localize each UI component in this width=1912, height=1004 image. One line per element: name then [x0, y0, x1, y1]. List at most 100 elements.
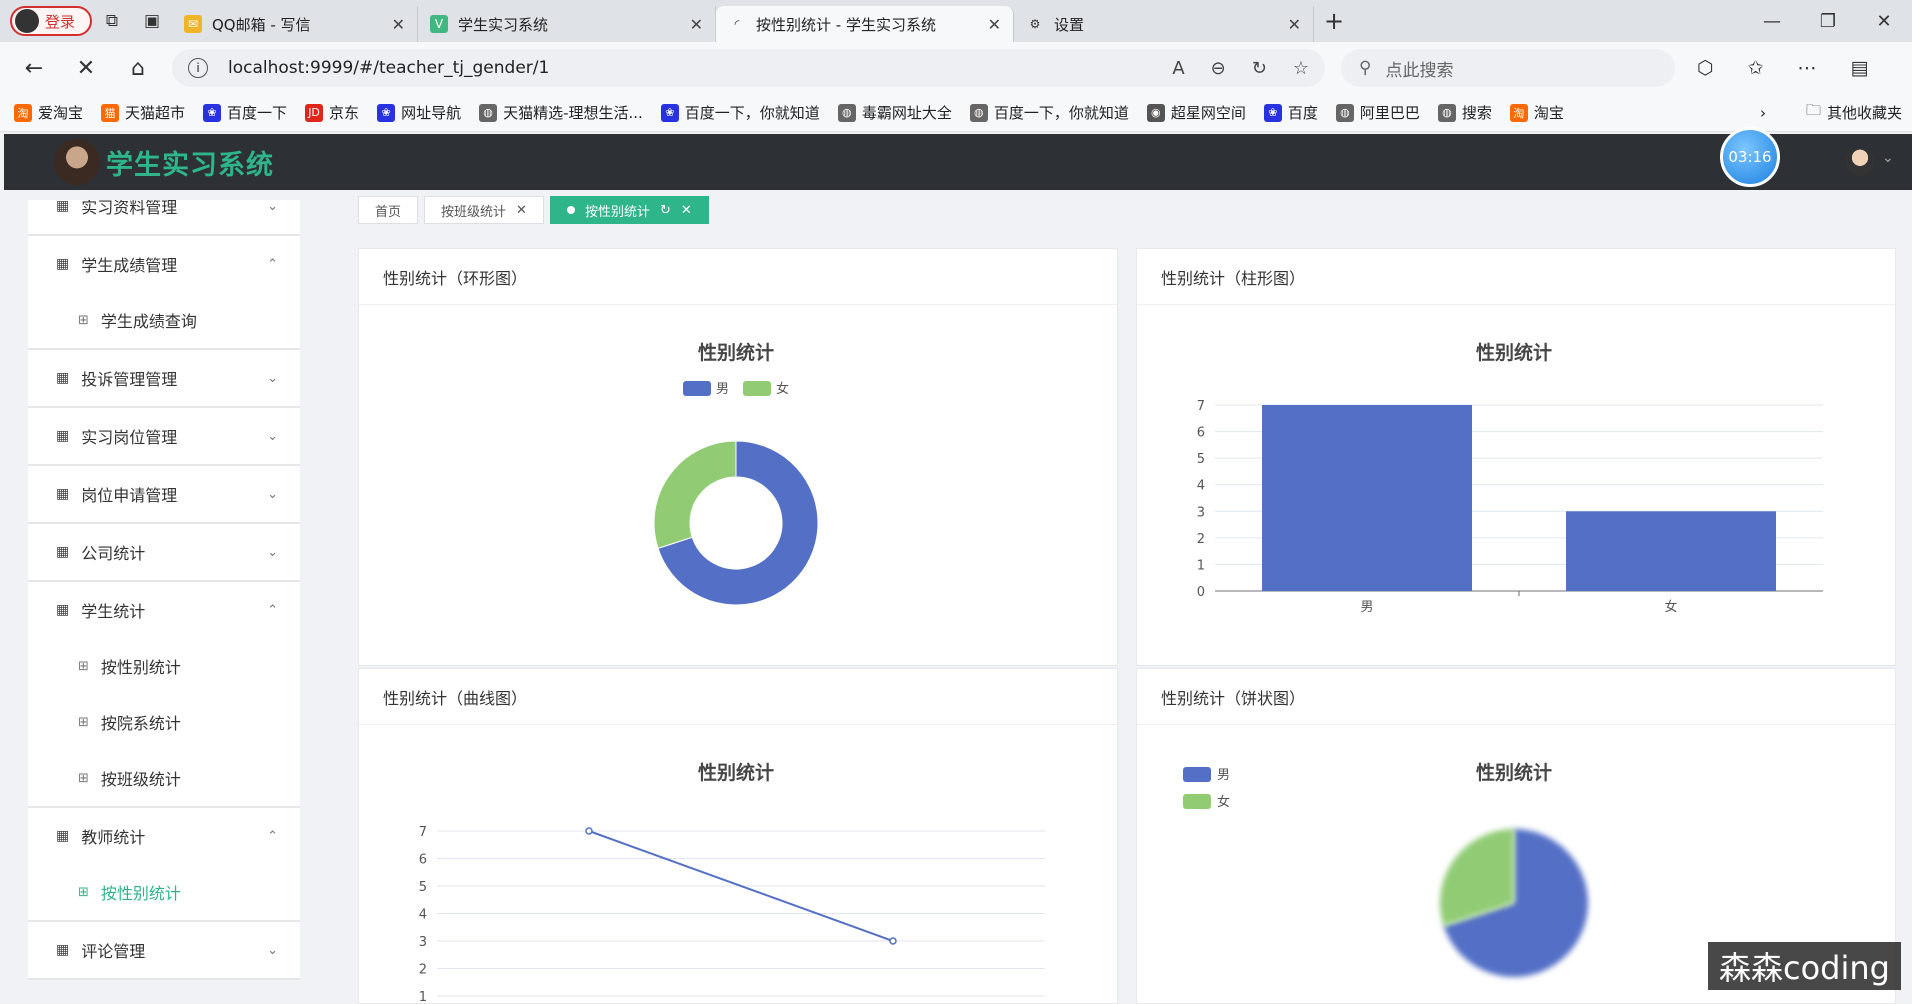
sidebar-group-header[interactable]: ▦ 公司统计 ⌄ — [28, 524, 300, 580]
sidebar-item[interactable]: ⊞ 学生成绩查询 — [28, 292, 300, 348]
sidebar-group-header[interactable]: ▦ 实习岗位管理 ⌄ — [28, 408, 300, 464]
tab-title: QQ邮箱 - 写信 — [212, 15, 311, 34]
sidebar-group-label: 学生成绩管理 — [81, 256, 178, 275]
sidebar-group-header[interactable]: ▦ 学生统计 ⌃ — [28, 582, 300, 638]
home-icon[interactable]: ⌂ — [116, 56, 160, 81]
search-placeholder: 点此搜索 — [1385, 60, 1454, 81]
browser-tab-gender-stats[interactable]: ◜ 按性别统计 - 学生实习系统 ✕ — [716, 6, 1014, 42]
more-menu-icon[interactable]: ⋯ — [1798, 57, 1817, 79]
sidebar-group-header[interactable]: ▦ 实习资料管理 ⌄ — [28, 200, 300, 234]
bookmark-item[interactable]: 猫天猫超市 — [101, 102, 185, 123]
bookmark-item[interactable]: ❀ 百度一下，你就知道 — [660, 102, 820, 123]
baidu-paw-icon: ❀ — [377, 103, 396, 122]
bookmark-item[interactable]: ❀ 网址导航 — [377, 102, 461, 123]
legend-swatch — [1183, 794, 1211, 809]
sidebar-item[interactable]: ⊞ 按院系统计 — [28, 694, 300, 750]
user-avatar[interactable] — [1846, 148, 1874, 176]
bookmark-label: 超星网空间 — [1170, 104, 1246, 122]
y-tick-label: 4 — [419, 908, 427, 923]
bookmark-item[interactable]: ◍ 百度一下，你就知道 — [969, 102, 1129, 123]
search-input[interactable]: ⚲ 点此搜索 — [1341, 49, 1675, 87]
sidebar-group-header[interactable]: ▦ 投诉管理管理 ⌄ — [28, 350, 300, 406]
tag-class-stats[interactable]: 按班级统计 ✕ — [424, 196, 544, 224]
login-button[interactable]: 登录 — [10, 6, 92, 36]
sidebar-item-label: 按性别统计 — [100, 658, 181, 677]
bookmark-item[interactable]: 淘淘宝 — [1509, 102, 1564, 123]
y-tick-label: 5 — [1197, 452, 1205, 467]
bookmark-item[interactable]: ❀ 百度一下 — [203, 102, 287, 123]
zoom-out-icon[interactable]: ⊖ — [1211, 58, 1226, 79]
sidebar-group: ▦ 学生成绩管理 ⌃ ⊞ 学生成绩查询 — [28, 236, 300, 350]
vue-favicon: V — [430, 15, 448, 33]
bookmark-item[interactable]: ❀ 百度 — [1263, 102, 1318, 123]
chevron-up-icon: ⌃ — [267, 602, 278, 618]
refresh-icon[interactable]: ↻ — [660, 203, 671, 218]
workspaces-icon[interactable]: ⧉ — [92, 1, 132, 41]
card-heading: 性别统计（环形图） — [359, 249, 1117, 305]
bookmark-label: 天猫超市 — [125, 104, 186, 122]
close-icon[interactable]: ✕ — [392, 15, 405, 34]
tag-home[interactable]: 首页 — [358, 196, 419, 224]
bookmark-label: 京东 — [329, 104, 360, 122]
bookmark-item[interactable]: JD 京东 — [305, 102, 359, 123]
bookmark-item[interactable]: ◍ 毒霸网址大全 — [837, 102, 952, 123]
donut-chart-card: 性别统计（环形图） 性别统计男 女 — [358, 248, 1118, 666]
other-bookmarks-folder[interactable]: 🗀 其他收藏夹 — [1806, 100, 1902, 125]
tab-actions-icon[interactable]: ▣ — [132, 1, 172, 41]
site-info-icon[interactable]: i — [188, 58, 208, 78]
bar — [1566, 511, 1776, 591]
chevron-right-icon[interactable]: › — [1760, 104, 1766, 122]
browser-tab-student-system[interactable]: V 学生实习系统 ✕ — [418, 6, 716, 42]
watermark: 森森coding — [1708, 942, 1901, 990]
sidebar-group-label: 评论管理 — [81, 942, 146, 961]
sidebar-toggle-icon[interactable]: ▤ — [1851, 57, 1869, 79]
refresh-sync-icon[interactable]: ↻ — [1252, 58, 1267, 79]
read-aloud-icon[interactable]: A — [1172, 58, 1184, 79]
sidebar-group-header[interactable]: ▦ 评论管理 ⌄ — [28, 922, 300, 978]
sidebar-item-active[interactable]: ⊞ 按性别统计 — [28, 864, 300, 920]
bookmark-item[interactable]: ◉ 超星网空间 — [1146, 102, 1246, 123]
bookmark-item[interactable]: 淘爱淘宝 — [14, 102, 83, 123]
loading-spinner-icon: ◜ — [734, 17, 740, 31]
extensions-icon[interactable]: ⬡ — [1697, 57, 1714, 79]
tag-gender-stats[interactable]: 按性别统计 ↻ ✕ — [549, 196, 709, 224]
bookmark-item[interactable]: ◍ 阿里巴巴 — [1335, 102, 1420, 123]
close-icon[interactable]: ✕ — [516, 203, 527, 218]
tag-label: 按班级统计 — [441, 204, 507, 220]
close-icon[interactable]: ✕ — [1288, 15, 1301, 34]
sidebar-group-label: 学生统计 — [81, 602, 146, 621]
browser-tab-qqmail[interactable]: ✉ QQ邮箱 - 写信 ✕ — [172, 6, 418, 42]
favorites-icon[interactable]: ✩ — [1748, 57, 1764, 79]
sidebar-item[interactable]: ⊞ 按性别统计 — [28, 638, 300, 694]
sidebar-group-header[interactable]: ▦ 学生成绩管理 ⌃ — [28, 236, 300, 292]
minimize-icon[interactable]: — — [1744, 11, 1800, 32]
close-icon[interactable]: ✕ — [681, 203, 692, 218]
grid-icon: ▦ — [56, 602, 70, 618]
favorite-star-icon[interactable]: ☆ — [1293, 58, 1309, 79]
card-heading: 性别统计（饼状图） — [1137, 669, 1895, 725]
new-tab-button[interactable]: + — [1314, 1, 1354, 41]
bookmark-label: 百度一下，你就知道 — [993, 104, 1129, 122]
close-icon[interactable]: ✕ — [690, 15, 703, 34]
bookmark-label: 其他收藏夹 — [1826, 104, 1902, 122]
stop-loading-icon[interactable]: ✕ — [64, 56, 108, 81]
sidebar-item[interactable]: ⊞ 按班级统计 — [28, 750, 300, 806]
card-heading: 性别统计（曲线图） — [359, 669, 1117, 725]
back-arrow-icon[interactable]: ← — [12, 56, 56, 81]
baidu-paw-icon: ❀ — [1263, 103, 1282, 122]
chevron-down-icon[interactable]: ⌄ — [1882, 150, 1894, 166]
close-window-icon[interactable]: ✕ — [1856, 11, 1912, 32]
grid-icon: ▦ — [56, 370, 70, 386]
sidebar-group-header[interactable]: ▦ 教师统计 ⌃ — [28, 808, 300, 864]
grid-icon: ▦ — [56, 486, 70, 502]
url-bar[interactable]: i localhost:9999/#/teacher_tj_gender/1 A… — [172, 49, 1325, 87]
bookmark-item[interactable]: ◍ 天猫精选-理想生活... — [479, 102, 643, 123]
taobao-icon: 淘 — [1509, 103, 1528, 122]
restore-icon[interactable]: ❐ — [1800, 11, 1856, 32]
bookmark-item[interactable]: ◍ 搜索 — [1437, 102, 1492, 123]
bookmarks-bar: 淘爱淘宝 猫天猫超市 ❀ 百度一下 JD 京东 ❀ 网址导航 ◍ 天猫精选-理想生活..… — [0, 94, 1912, 132]
sidebar-group-header[interactable]: ▦ 岗位申请管理 ⌄ — [28, 466, 300, 522]
browser-tab-settings[interactable]: ⚙ 设置 ✕ — [1014, 6, 1314, 42]
close-icon[interactable]: ✕ — [988, 15, 1001, 34]
bookmark-label: 淘宝 — [1533, 104, 1564, 122]
